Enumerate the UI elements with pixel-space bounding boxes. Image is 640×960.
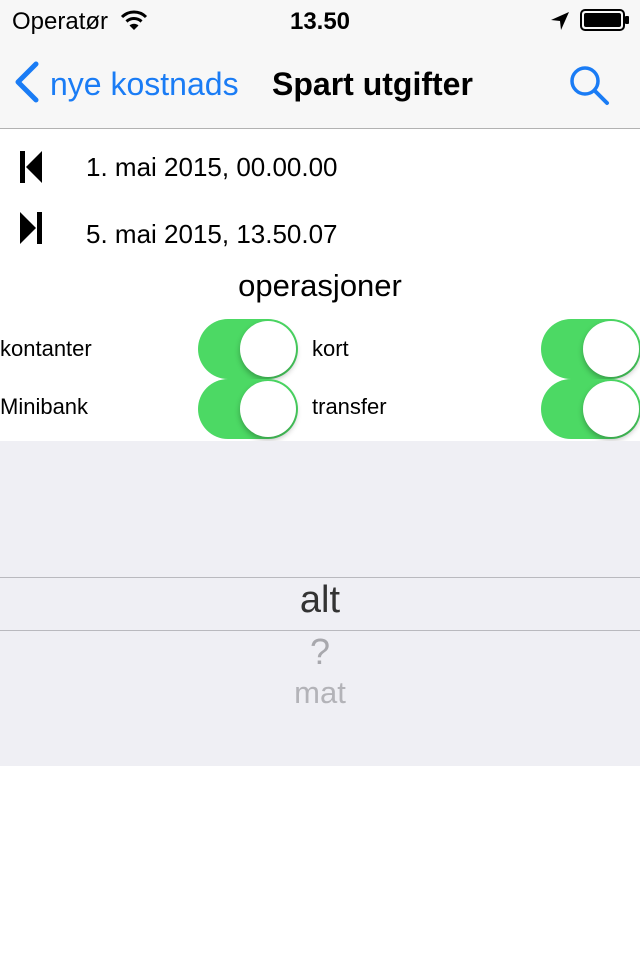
back-button-label: nye kostnads (50, 65, 239, 102)
option-label-transfer: transfer (312, 394, 387, 419)
battery-icon (580, 9, 630, 36)
location-arrow-icon (550, 11, 570, 36)
toggle-knob (583, 321, 639, 377)
search-button[interactable] (568, 64, 612, 108)
start-date[interactable]: 1. mai 2015, 00.00.00 (86, 152, 338, 183)
toggle-minibank[interactable] (198, 379, 298, 439)
chevron-left-icon (12, 60, 40, 109)
toggle-knob (583, 381, 639, 437)
toggle-kontanter[interactable] (198, 319, 298, 379)
skip-to-end-icon[interactable] (18, 210, 44, 246)
end-date-row: 5. mai 2015, 13.50.07 (0, 204, 640, 264)
toggle-knob (240, 321, 296, 377)
toggle-transfer[interactable] (541, 379, 640, 439)
operations-heading: operasjoner (238, 268, 402, 303)
picker-selection-top-line (0, 577, 640, 578)
clock: 13.50 (289, 8, 351, 35)
toggle-kort[interactable] (541, 319, 640, 379)
option-label-minibank: Minibank (0, 394, 89, 419)
search-icon (568, 66, 612, 112)
status-bar: Operatør 13.50 (0, 0, 640, 40)
picker-item[interactable]: mat (0, 675, 640, 711)
option-label-kontanter: kontanter (0, 336, 92, 361)
option-label-kort: kort (312, 336, 349, 361)
picker-item[interactable]: ? (0, 631, 640, 673)
start-date-row: 1. mai 2015, 00.00.00 (0, 137, 640, 197)
end-date[interactable]: 5. mai 2015, 13.50.07 (86, 219, 338, 250)
navigation-bar: nye kostnads Spart utgifter (0, 40, 640, 129)
picker-selected-item[interactable]: alt (0, 579, 640, 622)
toggle-knob (240, 381, 296, 437)
page-title: Spart utgifter (272, 66, 473, 102)
back-button[interactable]: nye kostnads (12, 60, 239, 109)
category-picker[interactable]: alt ? mat (0, 441, 640, 766)
skip-to-start-icon[interactable] (18, 149, 44, 185)
